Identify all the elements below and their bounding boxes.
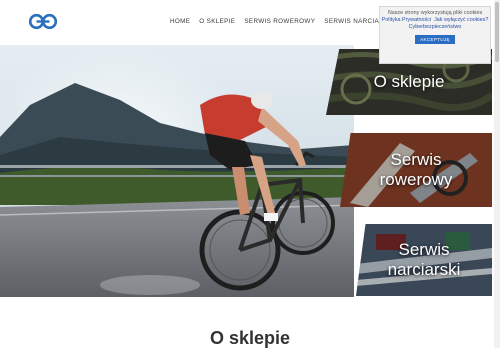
tile-serwis-narciarski-line2: narciarski	[387, 260, 461, 279]
tile-serwis-narciarski-label: Serwis narciarski	[388, 240, 461, 280]
cookie-link-cyber[interactable]: Cyberbezpieczeństwo	[409, 24, 462, 30]
accept-cookies-button[interactable]: AKCEPTUJĘ	[415, 34, 455, 44]
cookie-text: Nasze strony wykorzystują pliki cookies	[387, 10, 483, 16]
tile-serwis-rowerowy-line2: rowerowy	[379, 170, 453, 189]
scrollbar-thumb[interactable]	[495, 2, 499, 62]
tile-serwis-rowerowy-line1: Serwis	[390, 150, 442, 169]
nav-home[interactable]: HOME	[170, 18, 190, 25]
main-nav: HOME O SKLEPIE SERWIS ROWEROWY SERWIS NA…	[170, 18, 414, 25]
cookie-link-privacy[interactable]: Polityka Prywatności	[382, 17, 431, 23]
hero-image	[0, 45, 354, 297]
tile-serwis-rowerowy[interactable]: Serwis rowerowy	[340, 133, 492, 207]
cookie-banner: Nasze strony wykorzystują pliki cookies …	[379, 6, 491, 64]
tile-serwis-narciarski[interactable]: Serwis narciarski	[356, 224, 492, 296]
tile-serwis-narciarski-line1: Serwis	[398, 240, 450, 259]
nav-o-sklepie[interactable]: O SKLEPIE	[199, 18, 235, 25]
tile-o-sklepie-label: O sklepie	[373, 72, 445, 91]
cookie-links: Polityka Prywatności Jak wyłączyć cookie…	[380, 17, 490, 31]
brand-logo-icon[interactable]	[28, 13, 58, 30]
section-title: O sklepie	[209, 328, 291, 348]
nav-serwis-rowerowy[interactable]: SERWIS ROWEROWY	[244, 18, 315, 25]
tile-serwis-rowerowy-label: Serwis rowerowy	[380, 150, 453, 190]
cookie-link-disable[interactable]: Jak wyłączyć cookies?	[434, 17, 488, 23]
